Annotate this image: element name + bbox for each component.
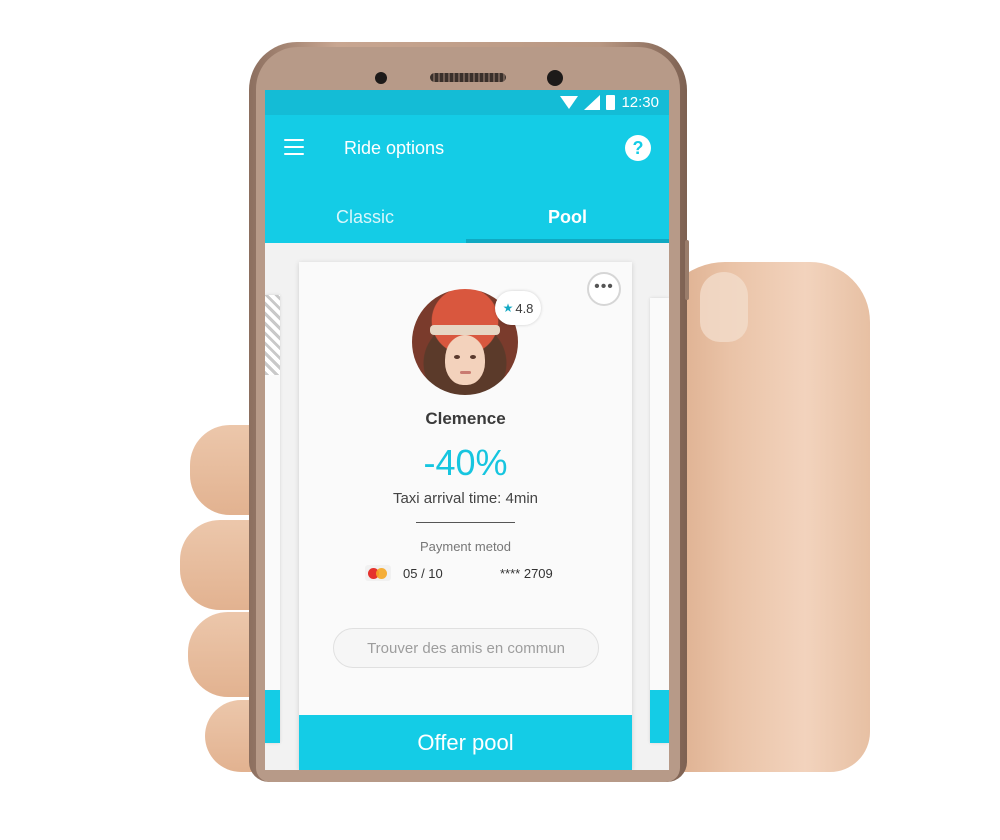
driver-name: Clemence: [425, 409, 506, 428]
find-friends-input[interactable]: [333, 628, 599, 668]
earpiece-speaker: [430, 73, 506, 82]
more-options-button[interactable]: •••: [587, 272, 621, 306]
rating-badge: ★ 4.8: [495, 291, 541, 325]
wifi-icon: [560, 96, 579, 109]
mastercard-logo: [365, 565, 391, 581]
previous-card-button[interactable]: [265, 690, 280, 743]
payment-label: Payment metod: [419, 539, 512, 554]
status-time: 12:30: [621, 94, 659, 111]
next-card-button[interactable]: [650, 690, 669, 743]
tab-indicator: [466, 239, 669, 243]
signal-icon: [584, 95, 601, 110]
status-bar: 12:30: [265, 90, 669, 115]
card-pattern: [265, 295, 280, 375]
previous-card[interactable]: [265, 295, 280, 743]
card-expiry: 05 / 10: [403, 566, 443, 581]
next-card[interactable]: [650, 298, 669, 743]
arrival-time: Taxi arrival time: 4min: [392, 490, 539, 507]
page-title: Ride options: [344, 138, 445, 158]
offer-pool-button[interactable]: Offer pool: [299, 715, 632, 770]
phone-screen: 12:30 Ride options ? Classic Pool ••• ★ …: [265, 90, 669, 770]
help-icon[interactable]: ?: [625, 135, 651, 161]
app-bar: Ride options ? Classic Pool: [265, 115, 669, 243]
battery-icon: [606, 95, 616, 110]
sensor-icon: [375, 72, 387, 84]
menu-icon[interactable]: [284, 139, 304, 155]
driver-card: ••• ★ 4.8 Clemence -40% Taxi arrival tim…: [299, 262, 632, 770]
star-icon: ★: [502, 301, 514, 315]
tab-classic[interactable]: Classic: [336, 207, 394, 228]
hand-palm: [655, 262, 870, 772]
rating-value: 4.8: [515, 300, 534, 316]
divider: [416, 522, 515, 523]
discount-value: -40%: [423, 442, 508, 483]
front-camera-icon: [547, 70, 563, 86]
volume-button: [685, 240, 689, 300]
card-number: **** 2709: [500, 566, 553, 581]
tab-pool[interactable]: Pool: [548, 207, 587, 228]
thumb: [700, 272, 748, 342]
